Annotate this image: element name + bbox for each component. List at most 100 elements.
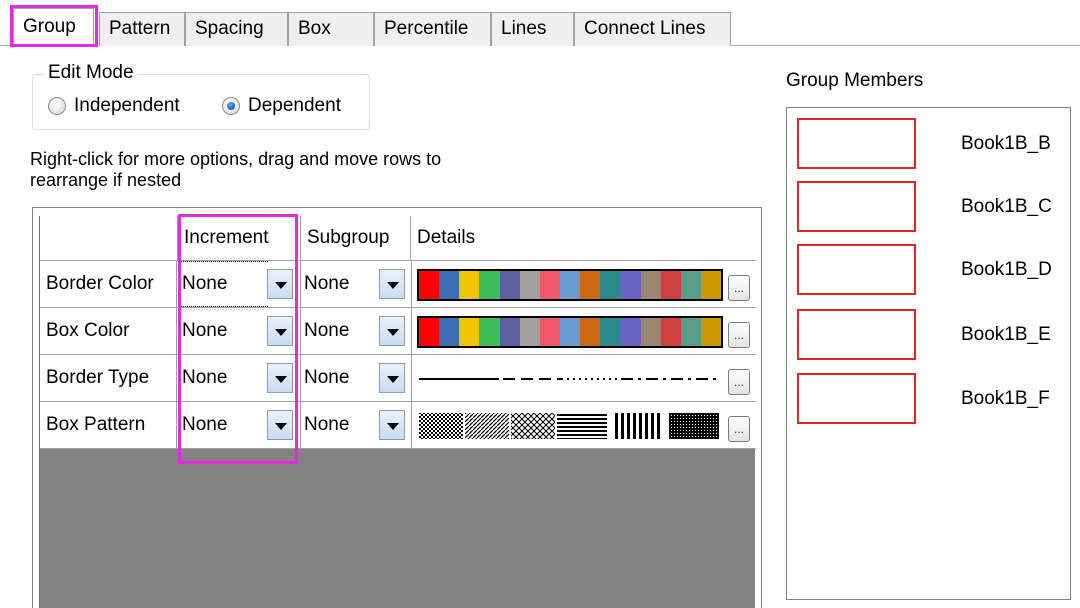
group-members-panel: Book1B_B Book1B_C Book1B_D Book1B_E Book… [786, 107, 1071, 600]
grid-corner-header [40, 216, 178, 261]
color-swatch-bar[interactable] [417, 316, 723, 348]
color-swatch [559, 318, 581, 346]
hint-text: Right-click for more options, drag and m… [30, 149, 442, 190]
color-swatch [499, 271, 520, 299]
cell-separator [300, 402, 301, 448]
subgroup-dropdown-icon[interactable] [379, 410, 405, 440]
color-swatch [680, 318, 701, 346]
subgroup-value[interactable]: None [304, 355, 349, 401]
member-outline-swatch [797, 181, 916, 232]
details-header: Details [411, 216, 756, 261]
subgroup-value[interactable]: None [304, 308, 349, 354]
color-swatch [660, 318, 681, 346]
row-label: Box Pattern [40, 402, 177, 448]
tab-pattern[interactable]: Pattern [99, 12, 185, 46]
increment-value[interactable]: None [182, 308, 227, 354]
member-outline-swatch [797, 244, 916, 295]
color-swatch [680, 271, 701, 299]
tab-box-label: Box [298, 18, 331, 39]
color-swatch [539, 271, 560, 299]
cell-separator [411, 261, 412, 307]
tab-lines[interactable]: Lines [491, 12, 574, 46]
color-swatch [459, 318, 480, 346]
increment-value[interactable]: None [182, 261, 227, 307]
tab-spacing[interactable]: Spacing [185, 12, 288, 46]
subgroup-value[interactable]: None [304, 261, 349, 307]
tab-group[interactable]: Group [13, 8, 94, 46]
color-swatch [559, 271, 581, 299]
color-swatch [620, 318, 641, 346]
color-swatch [479, 318, 500, 346]
color-swatch-bar[interactable] [417, 269, 723, 301]
increment-dropdown-icon[interactable] [267, 363, 293, 393]
color-swatch [419, 318, 440, 346]
dependent-label[interactable]: Dependent [248, 95, 341, 117]
member-name: Book1B_B [961, 133, 1051, 154]
details-ellipsis-button[interactable]: ... [728, 275, 750, 301]
subgroup-header[interactable]: Subgroup [301, 216, 411, 261]
color-swatch [519, 318, 540, 346]
color-swatch [580, 318, 601, 346]
details-ellipsis-button[interactable]: ... [728, 322, 750, 348]
color-swatch [519, 271, 540, 299]
color-swatch [700, 271, 722, 299]
member-outline-swatch [797, 309, 916, 360]
color-swatch [419, 271, 440, 299]
grid-row-border-color[interactable]: Border Color None None ... [40, 261, 756, 308]
member-outline-swatch [797, 373, 916, 424]
color-swatch [640, 318, 661, 346]
tab-connect-lines-label: Connect Lines [584, 18, 706, 39]
dependent-radio[interactable] [222, 97, 240, 115]
increment-value[interactable]: None [182, 402, 227, 448]
row-label: Border Color [40, 261, 177, 307]
color-swatch [700, 318, 722, 346]
member-name: Book1B_F [961, 388, 1050, 409]
increment-value[interactable]: None [182, 355, 227, 401]
tab-spacing-label: Spacing [195, 18, 264, 39]
group-grid: Increment Subgroup Details Border Color … [39, 216, 756, 608]
member-outline-swatch [797, 118, 916, 169]
member-name: Book1B_E [961, 324, 1051, 345]
color-swatch [580, 271, 601, 299]
color-swatch [600, 271, 621, 299]
color-swatch [439, 271, 460, 299]
tab-pattern-label: Pattern [109, 18, 171, 39]
color-swatch [439, 318, 460, 346]
cell-separator [411, 308, 412, 354]
grid-row-box-pattern[interactable]: Box Pattern None None ... [40, 402, 756, 449]
fill-patterns-preview[interactable] [417, 410, 723, 442]
color-swatch [660, 271, 681, 299]
details-ellipsis-button[interactable]: ... [728, 369, 750, 395]
edit-mode-title: Edit Mode [44, 62, 138, 84]
row-label: Border Type [40, 355, 177, 401]
subgroup-dropdown-icon[interactable] [379, 316, 405, 346]
member-name: Book1B_D [961, 259, 1052, 280]
subgroup-dropdown-icon[interactable] [379, 269, 405, 299]
subgroup-value[interactable]: None [304, 402, 349, 448]
tab-percentile-label: Percentile [384, 18, 469, 39]
increment-header[interactable]: Increment [178, 216, 301, 261]
tab-connect-lines[interactable]: Connect Lines [574, 12, 731, 46]
line-styles-preview[interactable] [417, 363, 723, 395]
color-swatch [459, 271, 480, 299]
grid-row-border-type[interactable]: Border Type None None ... [40, 355, 756, 402]
row-label: Box Color [40, 308, 177, 354]
grid-row-box-color[interactable]: Box Color None None ... [40, 308, 756, 355]
tab-percentile[interactable]: Percentile [374, 12, 491, 46]
independent-radio[interactable] [48, 97, 66, 115]
tab-lines-label: Lines [501, 18, 547, 39]
tab-box[interactable]: Box [288, 12, 374, 46]
color-swatch [499, 318, 520, 346]
cell-separator [300, 308, 301, 354]
details-ellipsis-button[interactable]: ... [728, 416, 750, 442]
subgroup-dropdown-icon[interactable] [379, 363, 405, 393]
cell-separator [300, 261, 301, 307]
color-swatch [539, 318, 560, 346]
color-swatch [640, 271, 661, 299]
tab-strip: Group Pattern Spacing Box Percentile Lin… [0, 0, 1080, 46]
cell-separator [411, 355, 412, 401]
increment-dropdown-icon[interactable] [267, 269, 293, 299]
increment-dropdown-icon[interactable] [267, 316, 293, 346]
increment-dropdown-icon[interactable] [267, 410, 293, 440]
independent-label[interactable]: Independent [74, 95, 180, 117]
